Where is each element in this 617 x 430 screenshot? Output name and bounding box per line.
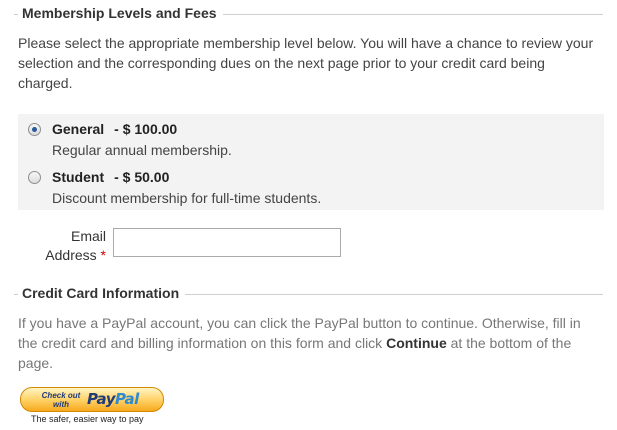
email-label-text: Email Address	[45, 228, 106, 263]
required-marker: *	[100, 247, 106, 263]
paypal-line1: Check out	[41, 391, 81, 400]
credit-card-intro-text: If you have a PayPal account, you can cl…	[18, 313, 603, 373]
paypal-logo-pay: Pay	[87, 390, 115, 408]
membership-legend: Membership Levels and Fees	[18, 5, 223, 21]
option-description-general: Regular annual membership.	[52, 142, 232, 158]
option-price: - $ 50.00	[114, 169, 170, 185]
option-title-student: Student - $ 50.00	[52, 169, 169, 185]
email-label: Email Address *	[30, 227, 106, 265]
email-field[interactable]	[113, 228, 341, 257]
paypal-checkout-label: Check out with	[35, 391, 87, 409]
paypal-line2: with	[53, 400, 69, 409]
membership-option-student[interactable]: Student - $ 50.00 Discount membership for…	[18, 166, 604, 210]
option-name: General	[52, 121, 105, 137]
paypal-logo-pal: Pal	[114, 390, 139, 408]
membership-option-general[interactable]: General - $ 100.00 Regular annual members…	[18, 118, 604, 162]
paypal-logo: PayPal	[87, 390, 139, 408]
paypal-checkout-button[interactable]: Check out with PayPal	[20, 387, 164, 412]
credit-card-fieldset-header: Credit Card Information	[14, 284, 603, 304]
credit-card-legend: Credit Card Information	[18, 285, 186, 301]
membership-options-panel: General - $ 100.00 Regular annual members…	[18, 114, 604, 210]
option-name: Student	[52, 169, 105, 185]
membership-fieldset-header: Membership Levels and Fees	[14, 4, 603, 24]
continue-emphasis: Continue	[386, 335, 447, 351]
radio-student[interactable]	[28, 171, 41, 184]
radio-general[interactable]	[28, 123, 41, 136]
option-title-general: General - $ 100.00	[52, 121, 177, 137]
option-description-student: Discount membership for full-time studen…	[52, 190, 322, 206]
paypal-tagline: The safer, easier way to pay	[31, 414, 144, 424]
membership-intro-text: Please select the appropriate membership…	[18, 35, 594, 91]
option-price: - $ 100.00	[114, 121, 178, 137]
